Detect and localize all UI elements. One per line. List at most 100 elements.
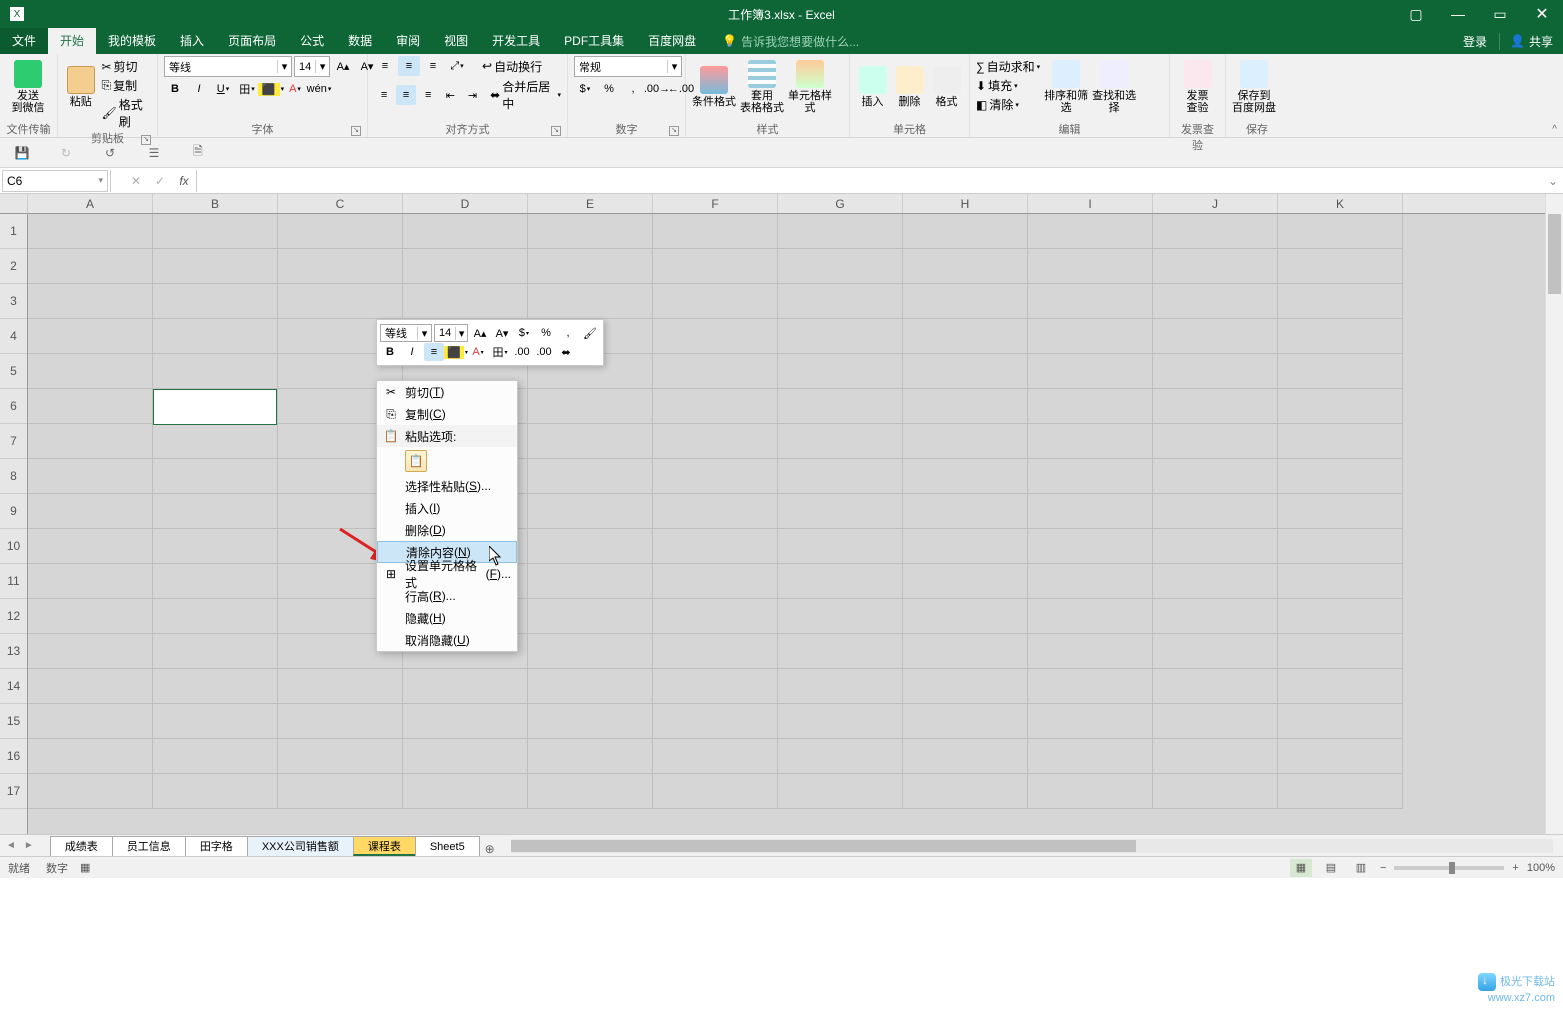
cut-button[interactable]: ✂剪切 — [101, 58, 151, 75]
conditional-formatting-button[interactable]: 条件格式 — [692, 56, 736, 118]
vertical-scrollbar[interactable] — [1545, 194, 1563, 834]
orientation-button[interactable]: ⤢ — [446, 56, 468, 76]
ctx-paste-option[interactable]: 📋 — [377, 447, 517, 475]
merge-center-button[interactable]: ⬌合并后居中▾ — [490, 78, 561, 112]
name-box-dropdown-icon[interactable]: ▾ — [98, 175, 103, 186]
sheet-tab[interactable]: 田字格 — [185, 836, 248, 856]
tab-view[interactable]: 视图 — [432, 28, 480, 54]
column-header[interactable]: A — [28, 194, 153, 213]
increase-decimal-button[interactable]: .00→ — [646, 79, 668, 99]
align-left-button[interactable]: ≡ — [374, 85, 394, 105]
ctx-copy[interactable]: ⎘复制(C) — [377, 403, 517, 425]
ctx-hide[interactable]: 隐藏(H) — [377, 607, 517, 629]
font-size-combo[interactable]: 14▾ — [294, 56, 330, 77]
increase-font-button[interactable]: A▴ — [332, 57, 354, 77]
ctx-paste-special[interactable]: 选择性粘贴(S)... — [377, 475, 517, 497]
column-header[interactable]: B — [153, 194, 278, 213]
row-header[interactable]: 6 — [0, 389, 27, 424]
save-to-baidu-button[interactable]: 保存到百度网盘 — [1232, 56, 1276, 118]
page-break-view-button[interactable]: ▥ — [1350, 859, 1372, 877]
row-header[interactable]: 9 — [0, 494, 27, 529]
share-button[interactable]: 👤 共享 — [1499, 33, 1563, 50]
mini-format-painter-button[interactable]: 🖌 — [580, 324, 600, 342]
tab-data[interactable]: 数据 — [336, 28, 384, 54]
delete-cells-button[interactable]: 删除 — [893, 56, 926, 118]
macro-record-icon[interactable]: ▦ — [80, 861, 90, 874]
collapse-ribbon-button[interactable]: ^ — [1552, 124, 1557, 135]
percent-button[interactable]: % — [598, 79, 620, 99]
underline-button[interactable]: U — [212, 79, 234, 99]
enter-formula-button[interactable]: ✓ — [148, 174, 172, 188]
sort-filter-button[interactable]: 排序和筛选 — [1044, 56, 1088, 118]
cells-area[interactable] — [28, 214, 1545, 834]
column-header[interactable]: H — [903, 194, 1028, 213]
row-header[interactable]: 4 — [0, 319, 27, 354]
tab-layout[interactable]: 页面布局 — [216, 28, 288, 54]
active-cell[interactable] — [153, 389, 277, 425]
sheet-tab-nav[interactable]: ◄► — [0, 840, 40, 851]
save-button[interactable]: 💾 — [10, 141, 34, 165]
tell-me[interactable]: 💡 告诉我您想要做什么... — [722, 33, 859, 50]
new-sheet-button[interactable]: ⊕ — [479, 842, 501, 856]
row-headers[interactable]: 1234567891011121314151617 — [0, 214, 28, 834]
zoom-in-button[interactable]: + — [1512, 862, 1518, 874]
align-bottom-button[interactable]: ≡ — [422, 56, 444, 76]
send-to-wechat-button[interactable]: 发送到微信 — [6, 56, 50, 118]
align-top-button[interactable]: ≡ — [374, 56, 396, 76]
zoom-level[interactable]: 100% — [1527, 862, 1555, 874]
format-cells-button[interactable]: 格式 — [930, 56, 963, 118]
minimize-button[interactable]: — — [1437, 0, 1479, 28]
name-box[interactable]: C6 ▾ — [2, 170, 108, 192]
sheet-tab[interactable]: Sheet5 — [415, 836, 480, 856]
invoice-check-button[interactable]: 发票查验 — [1176, 56, 1219, 118]
mini-currency-button[interactable]: $ — [514, 324, 534, 342]
mini-borders-button[interactable]: 田 — [490, 343, 510, 361]
sheet-tab[interactable]: 员工信息 — [112, 836, 186, 856]
mini-merge-button[interactable]: ⬌ — [556, 343, 576, 361]
font-color-button[interactable]: A — [284, 79, 306, 99]
column-header[interactable]: I — [1028, 194, 1153, 213]
horizontal-scrollbar[interactable] — [511, 839, 1553, 853]
row-header[interactable]: 8 — [0, 459, 27, 494]
find-select-button[interactable]: 查找和选择 — [1092, 56, 1136, 118]
tab-baidu[interactable]: 百度网盘 — [636, 28, 708, 54]
column-header[interactable]: D — [403, 194, 528, 213]
decrease-indent-button[interactable]: ⇤ — [440, 85, 460, 105]
mini-align-center-button[interactable]: ≡ — [424, 343, 444, 361]
print-preview-button[interactable]: 🗎 — [186, 141, 210, 165]
borders-button[interactable]: 田 — [236, 79, 258, 99]
ctx-delete[interactable]: 删除(D) — [377, 519, 517, 541]
worksheet-grid[interactable]: ABCDEFGHIJK 1234567891011121314151617 等线… — [0, 194, 1563, 834]
mini-decrease-font-button[interactable]: A▾ — [492, 324, 512, 342]
mini-font-size-combo[interactable]: 14▾ — [434, 324, 468, 342]
align-right-button[interactable]: ≡ — [418, 85, 438, 105]
wrap-text-button[interactable]: ↩自动换行 — [482, 58, 542, 75]
font-dialog-icon[interactable]: ↘ — [351, 126, 361, 136]
paste-button[interactable]: 粘贴 — [64, 56, 97, 118]
column-header[interactable]: C — [278, 194, 403, 213]
ctx-cut[interactable]: ✂剪切(T) — [377, 381, 517, 403]
clear-button[interactable]: ◧清除▾ — [976, 96, 1040, 113]
row-header[interactable]: 2 — [0, 249, 27, 284]
insert-cells-button[interactable]: 插入 — [856, 56, 889, 118]
copy-button[interactable]: ⎘复制 — [101, 77, 151, 94]
sign-in-button[interactable]: 登录 — [1451, 33, 1499, 50]
select-all-button[interactable] — [0, 194, 28, 214]
column-headers[interactable]: ABCDEFGHIJK — [28, 194, 1545, 214]
row-header[interactable]: 3 — [0, 284, 27, 319]
ctx-insert[interactable]: 插入(I) — [377, 497, 517, 519]
mini-increase-decimal-button[interactable]: .00 — [512, 343, 532, 361]
clipboard-dialog-icon[interactable]: ↘ — [141, 135, 151, 145]
mini-increase-font-button[interactable]: A▴ — [470, 324, 490, 342]
cell-styles-button[interactable]: 单元格样式 — [788, 56, 832, 118]
phonetic-button[interactable]: wén — [308, 79, 330, 99]
row-header[interactable]: 15 — [0, 704, 27, 739]
fill-color-button[interactable]: ⬛ — [260, 79, 282, 99]
mini-fill-color-button[interactable]: ⬛ — [446, 343, 466, 361]
close-button[interactable]: ✕ — [1521, 0, 1563, 28]
scrollbar-thumb[interactable] — [511, 840, 1136, 852]
number-dialog-icon[interactable]: ↘ — [669, 126, 679, 136]
row-header[interactable]: 1 — [0, 214, 27, 249]
tab-insert[interactable]: 插入 — [168, 28, 216, 54]
row-header[interactable]: 10 — [0, 529, 27, 564]
